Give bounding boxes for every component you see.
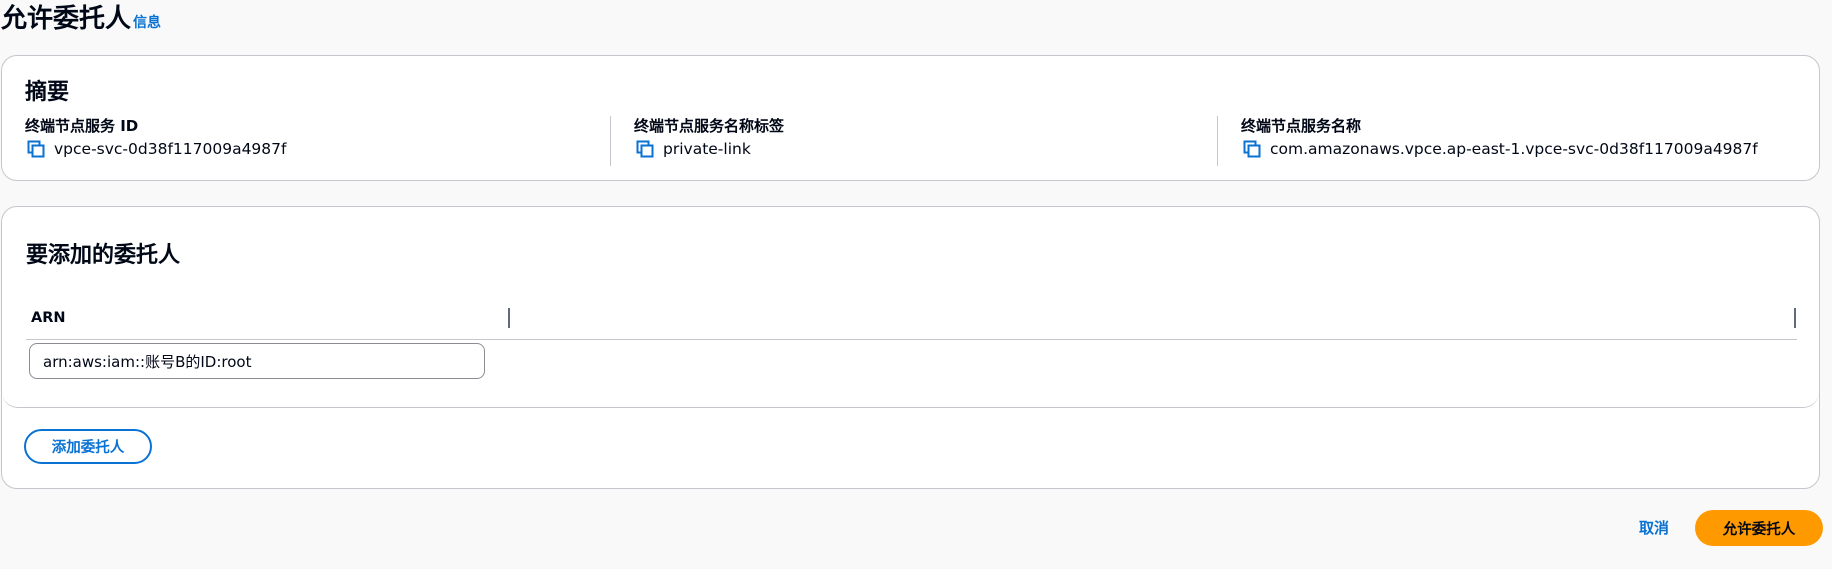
name-tag-label: 终端节点服务名称标签	[634, 117, 785, 135]
summary-heading: 摘要	[25, 80, 70, 105]
page: 允许委托人 信息 摘要 终端节点服务 ID vpce-svc-0d38f1170…	[0, 0, 1832, 569]
copy-icon[interactable]	[634, 138, 656, 160]
service-name-value: com.amazonaws.vpce.ap-east-1.vpce-svc-0d…	[1270, 140, 1758, 158]
copy-icon[interactable]	[1241, 138, 1263, 160]
info-link[interactable]: 信息	[133, 12, 161, 32]
service-id-label: 终端节点服务 ID	[25, 117, 139, 135]
table-header: ARN	[26, 297, 1797, 340]
arn-input[interactable]	[29, 343, 485, 379]
add-principal-button[interactable]: 添加委托人	[24, 429, 152, 464]
service-id-value-row: vpce-svc-0d38f117009a4987f	[25, 138, 605, 160]
summary-item-name-tag: 终端节点服务名称标签 private-link	[610, 116, 1200, 166]
name-tag-value: private-link	[663, 140, 751, 158]
column-resizer[interactable]	[1794, 308, 1796, 328]
name-tag-value-row: private-link	[634, 138, 1200, 160]
summary-item-service-id: 终端节点服务 ID vpce-svc-0d38f117009a4987f	[25, 116, 605, 166]
column-resizer[interactable]	[508, 308, 510, 328]
summary-item-service-name: 终端节点服务名称 com.amazonaws.vpce.ap-east-1.vp…	[1217, 116, 1807, 166]
cancel-button[interactable]: 取消	[1624, 509, 1684, 545]
service-name-value-row: com.amazonaws.vpce.ap-east-1.vpce-svc-0d…	[1241, 138, 1807, 160]
service-name-label: 终端节点服务名称	[1241, 117, 1362, 135]
allow-principals-button[interactable]: 允许委托人	[1695, 510, 1823, 546]
copy-icon[interactable]	[25, 138, 47, 160]
service-id-value: vpce-svc-0d38f117009a4987f	[54, 140, 287, 158]
column-header-arn: ARN	[31, 310, 66, 326]
page-header: 允许委托人 信息	[1, 0, 161, 40]
principals-heading: 要添加的委托人	[26, 243, 181, 268]
summary-card: 摘要 终端节点服务 ID vpce-svc-0d38f117009a4987f …	[1, 55, 1820, 181]
page-title: 允许委托人	[1, 4, 132, 34]
